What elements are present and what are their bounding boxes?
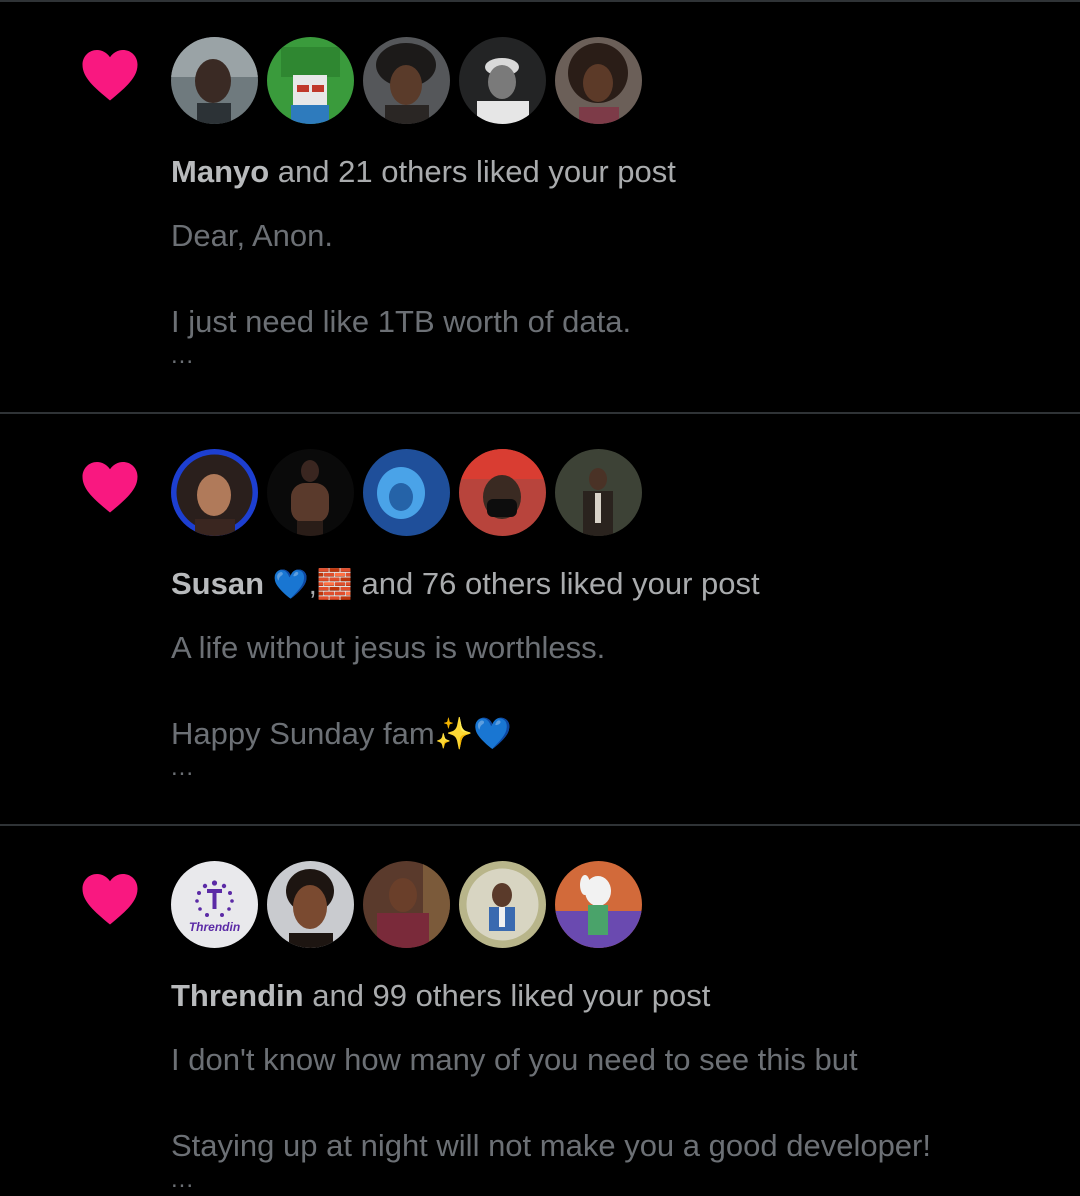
avatar[interactable] bbox=[363, 37, 450, 124]
post-line: Happy Sunday fam✨💙 bbox=[171, 716, 512, 751]
avatar[interactable] bbox=[267, 449, 354, 536]
post-line: A life without jesus is worthless. bbox=[171, 630, 606, 665]
avatar-threndin[interactable]: Threndin bbox=[171, 861, 258, 948]
headline-rest: and 76 others liked your post bbox=[352, 566, 760, 601]
avatar[interactable] bbox=[363, 861, 450, 948]
avatar[interactable] bbox=[171, 449, 258, 536]
headline-rest: and 99 others liked your post bbox=[303, 978, 711, 1013]
headline-rest: and 21 others liked your post bbox=[269, 154, 676, 189]
heart-icon bbox=[80, 46, 140, 102]
like-notification[interactable]: Susan 💙,🧱 and 76 others liked your post … bbox=[0, 414, 1080, 826]
like-notification[interactable]: Threndin Threndin and 99 others liked yo… bbox=[0, 826, 1080, 1196]
second-liker-emoji[interactable]: 🧱 bbox=[317, 569, 353, 601]
notifications-feed: Manyo and 21 others liked your post Dear… bbox=[0, 0, 1080, 1194]
ellipsis: ... bbox=[171, 342, 195, 369]
liker-name[interactable]: Manyo bbox=[171, 154, 269, 189]
avatar[interactable] bbox=[267, 861, 354, 948]
post-preview: Dear, Anon. I just need like 1TB worth o… bbox=[171, 214, 631, 343]
avatar[interactable] bbox=[555, 861, 642, 948]
post-preview: A life without jesus is worthless. Happy… bbox=[171, 626, 605, 755]
avatar[interactable] bbox=[555, 449, 642, 536]
name-emoji: 💙, bbox=[272, 569, 317, 601]
avatar[interactable] bbox=[555, 37, 642, 124]
liker-avatars bbox=[171, 37, 642, 127]
liker-name[interactable]: Threndin bbox=[171, 978, 304, 1013]
post-line: Dear, Anon. bbox=[171, 218, 334, 253]
liker-name[interactable]: Susan bbox=[171, 566, 264, 601]
post-line: I just need like 1TB worth of data. bbox=[171, 304, 632, 339]
avatar[interactable] bbox=[459, 449, 546, 536]
avatar[interactable] bbox=[171, 37, 258, 124]
heart-icon bbox=[80, 458, 140, 514]
liker-avatars bbox=[171, 449, 642, 539]
notification-headline: Manyo and 21 others liked your post bbox=[171, 152, 676, 192]
notification-headline: Threndin and 99 others liked your post bbox=[171, 976, 710, 1016]
ellipsis: ... bbox=[171, 754, 195, 781]
post-preview: I don't know how many of you need to see… bbox=[171, 1038, 931, 1167]
avatar[interactable] bbox=[459, 861, 546, 948]
heart-icon bbox=[80, 870, 140, 926]
threndin-logo-text: Threndin bbox=[189, 920, 240, 934]
like-notification[interactable]: Manyo and 21 others liked your post Dear… bbox=[0, 2, 1080, 414]
post-line: I don't know how many of you need to see… bbox=[171, 1042, 858, 1077]
liker-avatars: Threndin bbox=[171, 861, 642, 951]
avatar[interactable] bbox=[459, 37, 546, 124]
ellipsis: ... bbox=[171, 1166, 195, 1193]
notification-headline: Susan 💙,🧱 and 76 others liked your post bbox=[171, 564, 760, 605]
avatar[interactable] bbox=[267, 37, 354, 124]
avatar[interactable] bbox=[363, 449, 450, 536]
post-line: Staying up at night will not make you a … bbox=[171, 1128, 931, 1163]
